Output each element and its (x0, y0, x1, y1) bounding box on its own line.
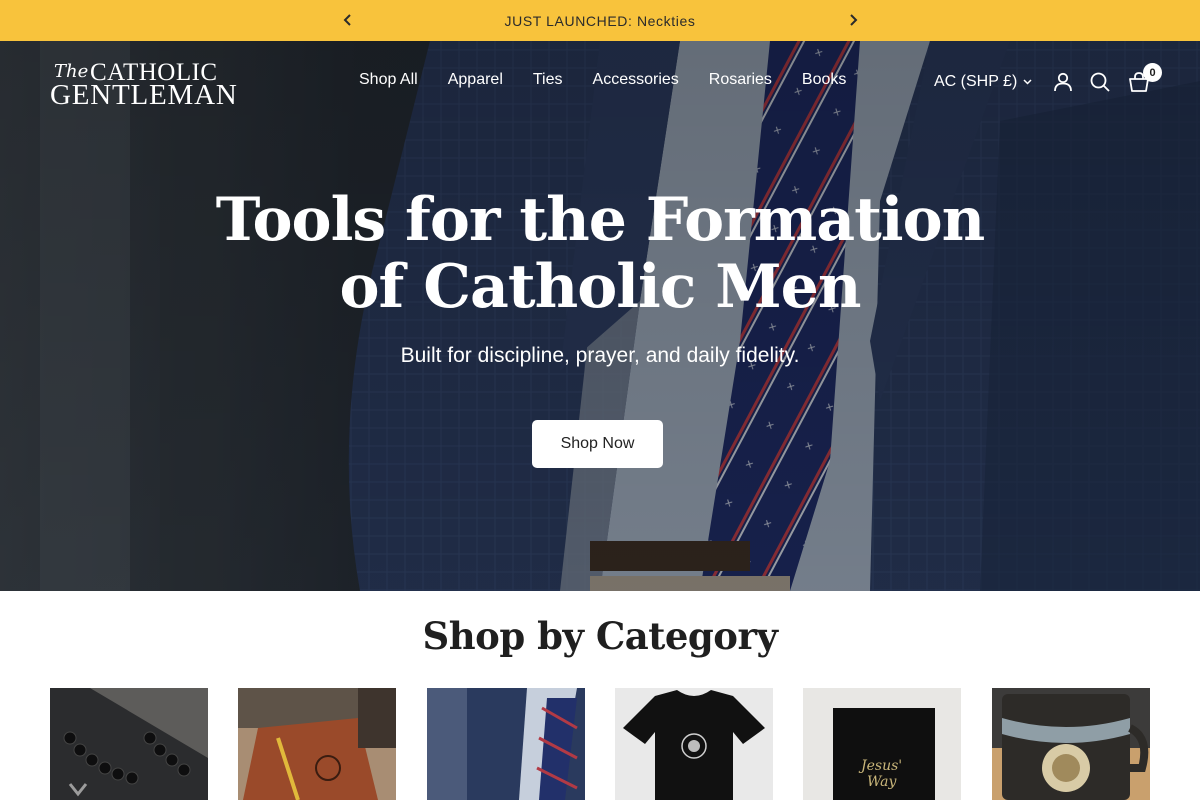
main-nav: Shop All Apparel Ties Accessories Rosari… (344, 71, 861, 89)
nav-item-accessories[interactable]: Accessories (578, 71, 694, 89)
mug-image (992, 688, 1150, 800)
user-icon[interactable] (1051, 70, 1075, 94)
category-card-journal[interactable] (238, 688, 396, 800)
category-card-ties[interactable] (427, 688, 585, 800)
search-icon[interactable] (1088, 70, 1112, 94)
nav-item-rosaries[interactable]: Rosaries (694, 71, 787, 89)
category-section-title: Shop by Category (422, 614, 778, 658)
currency-label: AC (SHP £) (934, 73, 1018, 90)
site-logo[interactable]: The CATHOLIC GENTLEMAN (50, 59, 252, 111)
book-image: Jesus' Way (803, 688, 961, 800)
nav-item-apparel[interactable]: Apparel (433, 71, 518, 89)
category-card-books[interactable]: Jesus' Way (803, 688, 961, 800)
nav-item-ties[interactable]: Ties (518, 71, 578, 89)
tie-image (427, 688, 585, 800)
chevron-right-icon[interactable] (843, 10, 863, 30)
hero-subtitle: Built for discipline, prayer, and daily … (400, 344, 800, 367)
svg-text:Jesus': Jesus' (858, 758, 902, 774)
nav-item-shop-all[interactable]: Shop All (344, 71, 433, 89)
chevron-left-icon[interactable] (338, 10, 358, 30)
category-card-rosary[interactable] (50, 688, 208, 800)
chevron-down-icon (1023, 79, 1032, 85)
category-card-apparel[interactable] (615, 688, 773, 800)
announcement-text[interactable]: JUST LAUNCHED: Neckties (505, 13, 696, 29)
nav-item-books[interactable]: Books (787, 71, 861, 89)
shop-now-button[interactable]: Shop Now (532, 420, 663, 468)
announcement-bar: JUST LAUNCHED: Neckties (0, 0, 1200, 41)
tshirt-image (615, 688, 773, 800)
site-header: The CATHOLIC GENTLEMAN Shop All Apparel … (0, 41, 1200, 125)
hero-title: Tools for the Formation of Catholic Men (215, 185, 985, 322)
category-card-mug[interactable] (992, 688, 1150, 800)
journal-image (238, 688, 396, 800)
rosary-image (50, 688, 208, 800)
svg-text:Way: Way (867, 774, 898, 790)
currency-selector[interactable]: AC (SHP £) (934, 73, 1032, 91)
cart-count-badge: 0 (1143, 63, 1162, 82)
logo-gentleman: GENTLEMAN (50, 79, 238, 111)
